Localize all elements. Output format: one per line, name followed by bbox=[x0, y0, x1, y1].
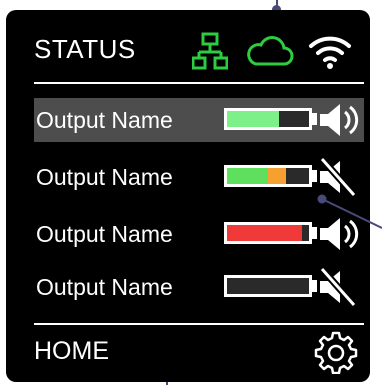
gear-icon[interactable] bbox=[314, 330, 358, 374]
cloud-icon bbox=[247, 36, 294, 66]
level-segment bbox=[227, 168, 268, 184]
output-name: Output Name bbox=[36, 221, 173, 247]
output-row[interactable]: Output Name bbox=[36, 155, 366, 199]
output-row[interactable]: Output Name bbox=[34, 98, 366, 142]
level-segment bbox=[227, 111, 279, 127]
level-meter bbox=[224, 222, 312, 244]
speaker-muted-icon[interactable] bbox=[316, 267, 364, 307]
output-row[interactable]: Output Name bbox=[36, 212, 366, 256]
output-name: Output Name bbox=[36, 107, 173, 133]
output-row[interactable]: Output Name bbox=[36, 265, 366, 309]
header-divider bbox=[34, 82, 364, 84]
level-meter bbox=[224, 275, 312, 297]
footer-divider bbox=[34, 323, 364, 325]
device-screen: STATUS Output Name Output Name Output Na… bbox=[6, 10, 370, 382]
output-name: Output Name bbox=[36, 164, 173, 190]
speaker-on-icon[interactable] bbox=[316, 100, 364, 140]
network-icon bbox=[192, 32, 228, 70]
speaker-muted-icon[interactable] bbox=[316, 157, 364, 197]
output-name: Output Name bbox=[36, 274, 173, 300]
level-meter bbox=[224, 108, 312, 130]
speaker-on-icon[interactable] bbox=[316, 214, 364, 254]
status-icons bbox=[192, 32, 362, 72]
level-meter bbox=[224, 165, 312, 187]
wifi-icon bbox=[309, 36, 351, 69]
level-segment bbox=[227, 225, 303, 241]
level-segment bbox=[268, 168, 287, 184]
page-title: STATUS bbox=[34, 34, 136, 64]
home-button[interactable]: HOME bbox=[34, 337, 109, 366]
